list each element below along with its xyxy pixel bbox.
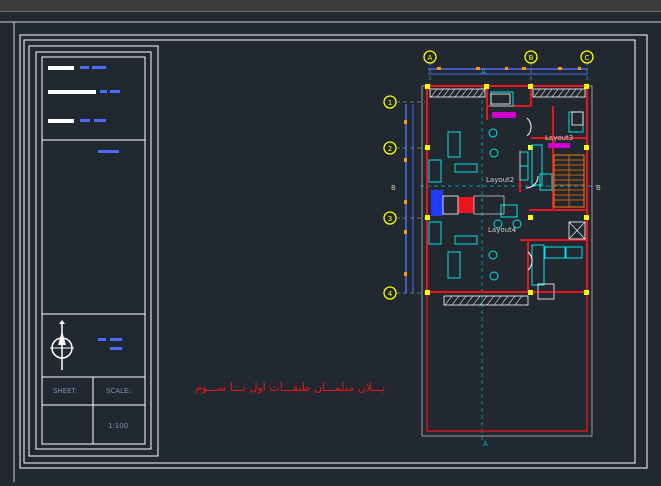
elevator bbox=[568, 221, 586, 240]
grid-bubbles-top: A B C bbox=[423, 50, 594, 64]
grid-label-2: 2 bbox=[388, 145, 392, 153]
floor-plan[interactable]: A B C 1 2 3 4 Layout3 Layout2 Layout4 B … bbox=[383, 50, 601, 448]
site-boundary bbox=[426, 291, 588, 432]
grid-label-C: C bbox=[585, 54, 590, 62]
grid-bubbles-left: 1 2 3 4 bbox=[383, 95, 397, 300]
layout-label-2: Layout2 bbox=[486, 176, 514, 184]
grid-label-A: A bbox=[428, 54, 433, 62]
scale-value: 1:100 bbox=[108, 422, 128, 430]
top-toolbar bbox=[0, 0, 661, 12]
grid-label-4: 4 bbox=[388, 290, 393, 298]
cad-drawing[interactable]: SHEET: SCALE: 1:100 A B C 1 2 3 4 Layout… bbox=[0, 12, 661, 482]
grid-label-B: B bbox=[529, 54, 534, 62]
section-mark-a-top: A bbox=[481, 68, 486, 76]
stair bbox=[553, 154, 585, 208]
furniture bbox=[428, 91, 584, 286]
central-shaft bbox=[431, 190, 505, 216]
layout-label-4: Layout4 bbox=[488, 226, 517, 234]
grid-label-3: 3 bbox=[388, 215, 392, 223]
grid-label-1: 1 bbox=[388, 99, 392, 107]
drawing-title-bar bbox=[98, 150, 119, 153]
section-mark-b-right: B bbox=[596, 184, 601, 192]
section-mark-a-bottom: A bbox=[483, 440, 488, 448]
layout-label-3: Layout3 bbox=[545, 134, 573, 142]
sheet-frame-outer bbox=[23, 39, 636, 464]
north-arrow-icon bbox=[50, 320, 74, 370]
hatched-balconies bbox=[429, 88, 586, 306]
sheet-label: SHEET: bbox=[53, 387, 77, 395]
company-name-bar bbox=[48, 66, 74, 70]
dimension-lines-left bbox=[405, 104, 414, 293]
owner-name-bar bbox=[48, 119, 74, 123]
plan-caption: پـــلان مبلمـــان طبقـــات اول تـــا ســ… bbox=[195, 381, 385, 394]
scale-label: SCALE: bbox=[106, 387, 131, 395]
project-name-bar bbox=[48, 90, 96, 94]
section-mark-b-left: B bbox=[391, 184, 396, 192]
title-block: SHEET: SCALE: 1:100 bbox=[28, 45, 159, 457]
drawing-canvas[interactable]: SHEET: SCALE: 1:100 A B C 1 2 3 4 Layout… bbox=[0, 12, 661, 482]
sheet-frame-border bbox=[19, 34, 648, 469]
